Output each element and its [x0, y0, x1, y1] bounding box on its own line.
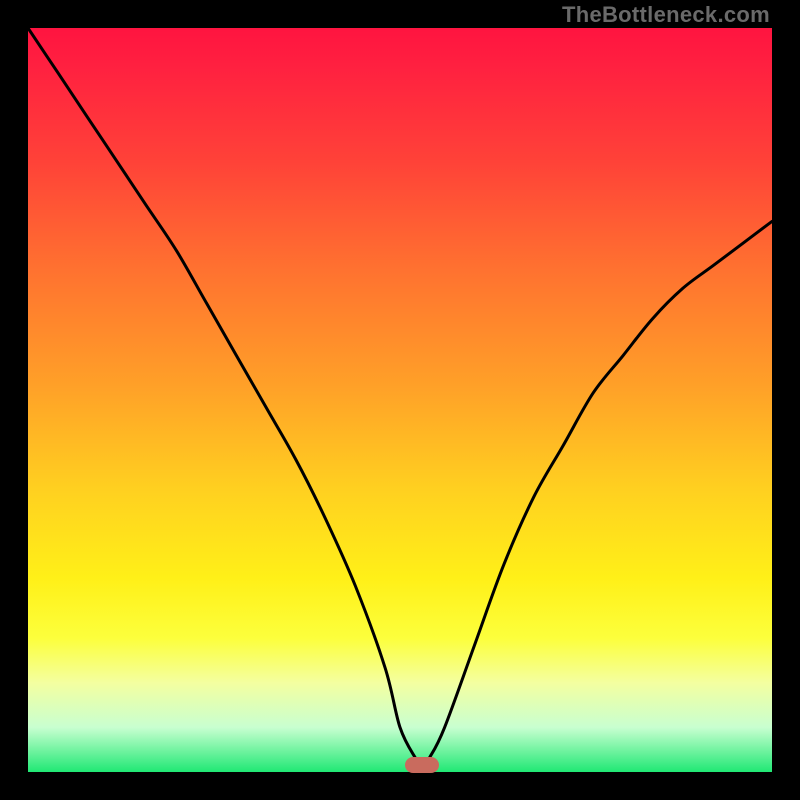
bottleneck-marker [405, 757, 439, 773]
watermark-text: TheBottleneck.com [562, 2, 770, 28]
bottleneck-curve [28, 28, 772, 772]
plot-area [28, 28, 772, 772]
chart-frame: TheBottleneck.com [0, 0, 800, 800]
